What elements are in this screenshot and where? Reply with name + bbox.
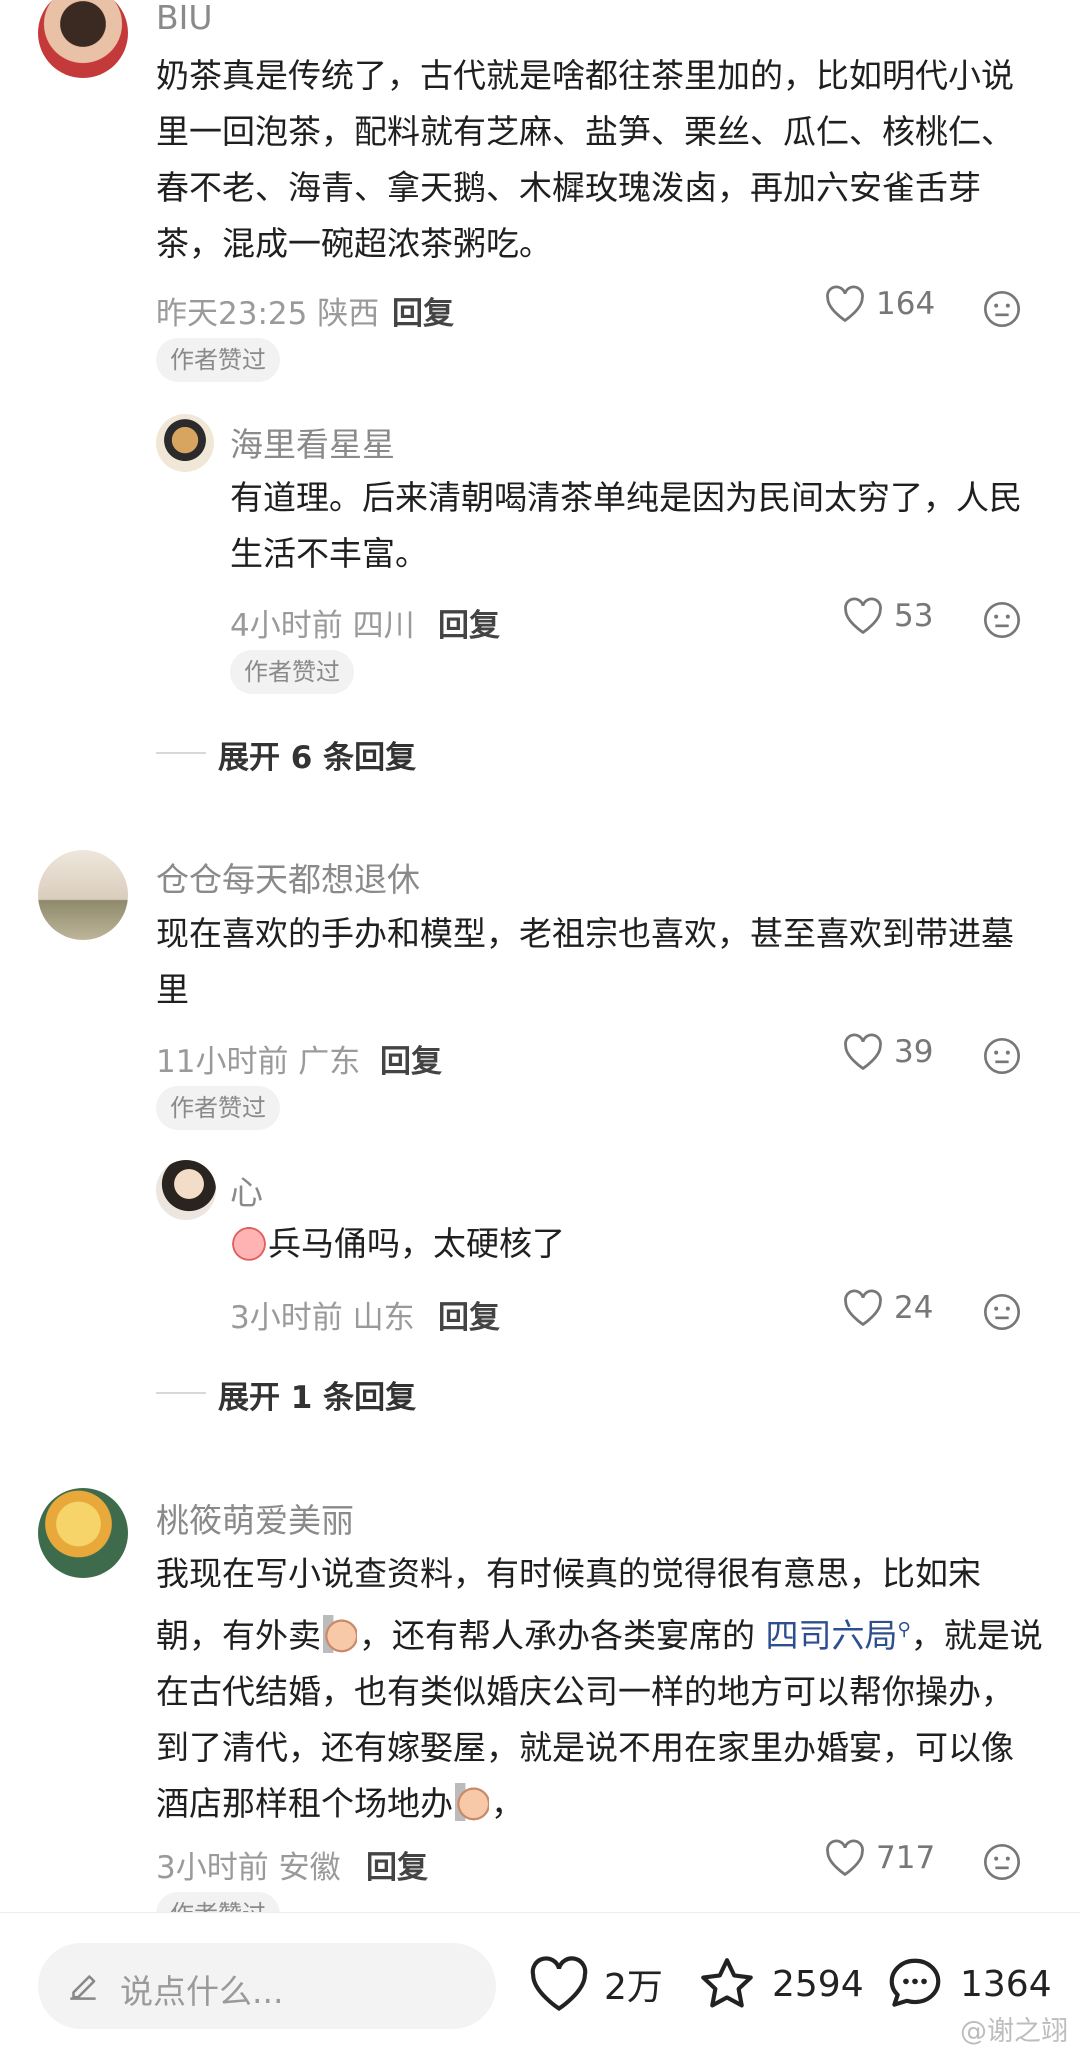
laughing-emoji-icon bbox=[455, 1783, 489, 1821]
comment-text-content: 兵马俑吗，太硬核了 bbox=[268, 1224, 565, 1263]
neutral-face-icon[interactable] bbox=[982, 1036, 1022, 1076]
username[interactable]: BIU bbox=[156, 0, 213, 37]
expand-replies-button[interactable]: 展开 6 条回复 bbox=[218, 732, 416, 777]
like-count: 164 bbox=[876, 286, 936, 322]
comment-time-location: 4小时前 四川 bbox=[230, 608, 415, 644]
reply-button[interactable]: 回复 bbox=[438, 600, 500, 645]
like-post-button[interactable]: 2万 bbox=[528, 1953, 663, 2015]
like-count: 53 bbox=[894, 598, 934, 634]
heart-outline-icon bbox=[844, 597, 882, 635]
comment-time-location: 3小时前 安徽 bbox=[156, 1850, 341, 1886]
neutral-face-icon[interactable] bbox=[982, 1842, 1022, 1882]
avatar[interactable] bbox=[38, 0, 128, 78]
pen-icon bbox=[70, 1975, 96, 2000]
username[interactable]: 桃筱萌爱美丽 bbox=[156, 1494, 354, 1542]
divider bbox=[156, 752, 206, 754]
username[interactable]: 海里看星星 bbox=[230, 418, 395, 466]
favorite-count: 2594 bbox=[772, 1963, 864, 2005]
speech-bubble-icon bbox=[889, 1958, 941, 2007]
comment-text: 兵马俑吗，太硬核了 bbox=[230, 1216, 1040, 1272]
bottom-action-bar: 说点什么... 2万 2594 1364 @谢之翊 bbox=[0, 1912, 1080, 2058]
heart-outline-icon bbox=[826, 285, 864, 323]
laughing-emoji-icon bbox=[323, 1615, 357, 1653]
like-count: 39 bbox=[894, 1034, 934, 1070]
author-liked-badge: 作者赞过 bbox=[156, 1086, 280, 1130]
heart-outline-icon bbox=[844, 1033, 882, 1071]
comment-input-placeholder: 说点什么... bbox=[120, 1972, 284, 2011]
avatar[interactable] bbox=[156, 414, 214, 472]
neutral-face-icon[interactable] bbox=[982, 600, 1022, 640]
comment-text: 我现在写小说查资料，有时候真的觉得很有意思，比如宋朝，有外卖 ，还有帮人承办各类宴… bbox=[156, 1546, 1046, 1832]
heart-outline-icon bbox=[530, 1956, 588, 2012]
post-like-count: 2万 bbox=[604, 1967, 663, 2008]
star-outline-icon bbox=[701, 1958, 753, 2008]
username[interactable]: 心 bbox=[230, 1166, 263, 1214]
avatar[interactable] bbox=[156, 1160, 216, 1220]
heart-outline-icon bbox=[826, 1839, 864, 1877]
comment-count: 1364 bbox=[960, 1963, 1052, 2005]
comment-text-part: ， bbox=[491, 1784, 524, 1823]
comment-text-part: ，还有帮人承办各类宴席的 bbox=[359, 1616, 766, 1655]
author-liked-badge: 作者赞过 bbox=[156, 338, 280, 382]
comment-time-location: 昨天23:25 陕西 bbox=[156, 296, 380, 332]
like-button[interactable]: 164 bbox=[824, 285, 935, 323]
expand-replies-button[interactable]: 展开 1 条回复 bbox=[218, 1372, 416, 1417]
topic-link[interactable]: 四司六局 bbox=[766, 1616, 898, 1655]
like-button[interactable]: 24 bbox=[842, 1289, 933, 1327]
like-button[interactable]: 717 bbox=[824, 1839, 935, 1877]
comment-count-button[interactable]: 1364 bbox=[884, 1953, 1052, 2015]
search-icon[interactable]: ⚲ bbox=[898, 1619, 911, 1640]
heart-outline-icon bbox=[844, 1289, 882, 1327]
comment-text: 有道理。后来清朝喝清茶单纯是因为民间太穷了，人民生活不丰富。 bbox=[230, 478, 1022, 573]
reply-button[interactable]: 回复 bbox=[380, 1036, 442, 1081]
comment-text: 现在喜欢的手办和模型，老祖宗也喜欢，甚至喜欢到带进墓里 bbox=[156, 914, 1014, 1009]
neutral-face-icon[interactable] bbox=[982, 289, 1022, 329]
comment-input[interactable]: 说点什么... bbox=[38, 1943, 496, 2029]
like-button[interactable]: 39 bbox=[842, 1033, 933, 1071]
like-count: 717 bbox=[876, 1840, 936, 1876]
reply-button[interactable]: 回复 bbox=[366, 1842, 428, 1887]
avatar[interactable] bbox=[38, 850, 128, 940]
username[interactable]: 仓仓每天都想退休 bbox=[156, 853, 420, 901]
author-liked-badge: 作者赞过 bbox=[230, 650, 354, 694]
watermark: @谢之翊 bbox=[960, 2016, 1068, 2047]
comment-text: 奶茶真是传统了，古代就是啥都往茶里加的，比如明代小说里一回泡茶，配料就有芝麻、盐… bbox=[156, 56, 1014, 263]
reply-button[interactable]: 回复 bbox=[438, 1292, 500, 1337]
reply-button[interactable]: 回复 bbox=[392, 288, 454, 333]
divider bbox=[156, 1392, 206, 1394]
neutral-face-icon[interactable] bbox=[982, 1292, 1022, 1332]
avatar[interactable] bbox=[38, 1488, 128, 1578]
comment-time-location: 3小时前 山东 bbox=[230, 1300, 415, 1336]
like-button[interactable]: 53 bbox=[842, 597, 933, 635]
like-count: 24 bbox=[894, 1290, 934, 1326]
favorite-button[interactable]: 2594 bbox=[696, 1953, 864, 2015]
crying-emoji-icon bbox=[232, 1223, 266, 1261]
comment-time-location: 11小时前 广东 bbox=[156, 1044, 361, 1080]
